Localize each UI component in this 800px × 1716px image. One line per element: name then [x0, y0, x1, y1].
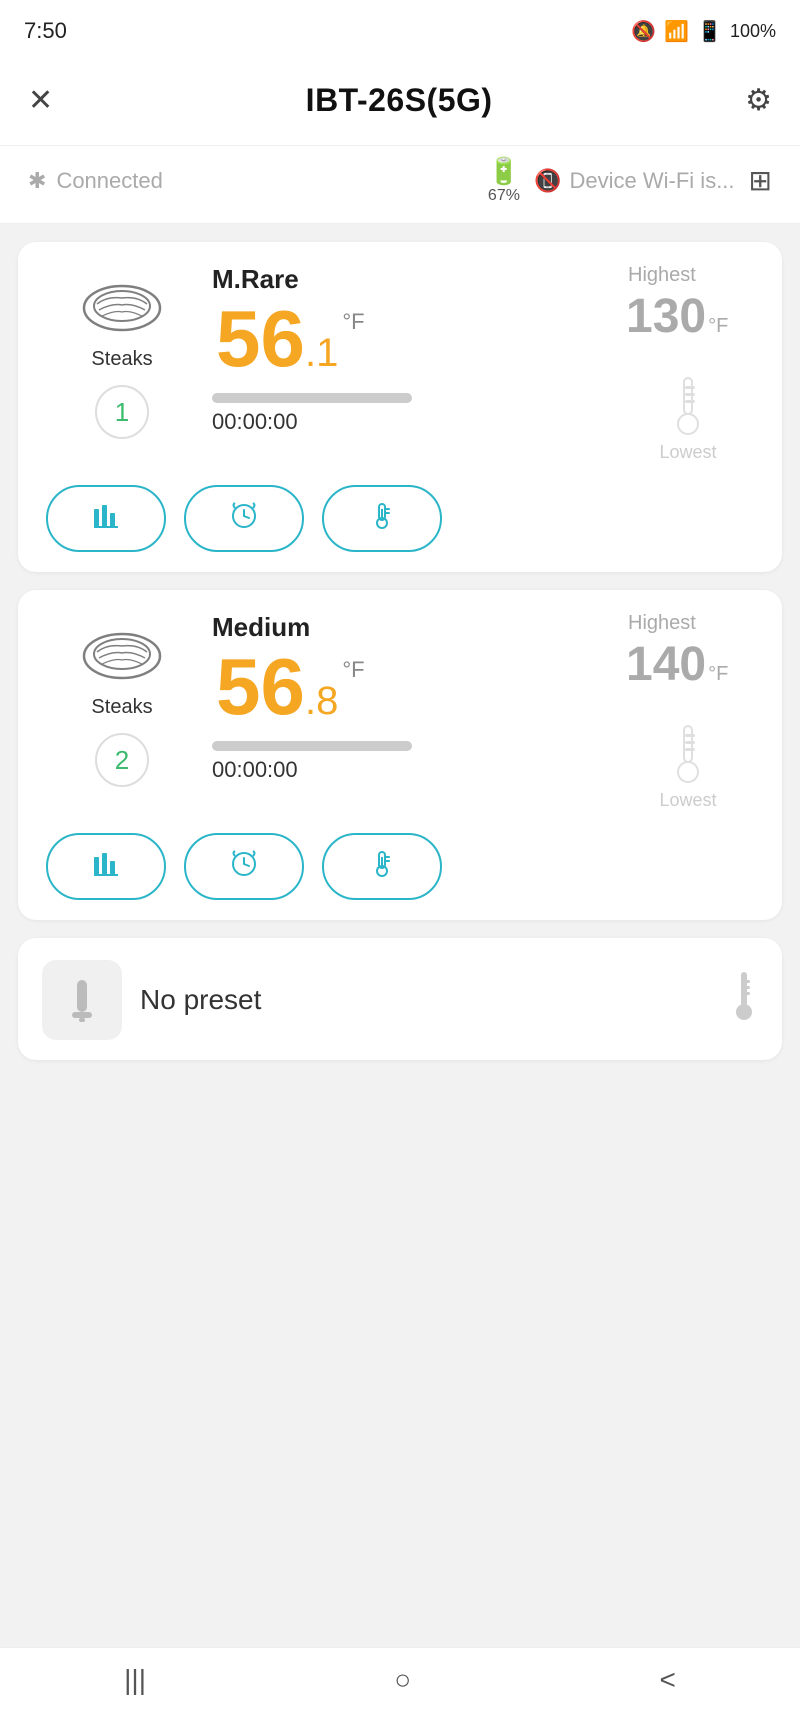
- food-label-2: Steaks: [91, 696, 152, 719]
- device-battery-pct: 67%: [488, 187, 520, 205]
- bluetooth-connected-row: ✱ Connected: [28, 168, 163, 194]
- thermometer-btn-icon-1: [368, 501, 396, 536]
- temp-unit-2: °F: [342, 657, 364, 683]
- thermometer-lowest-2: Lowest: [659, 722, 716, 811]
- forward-button[interactable]: <: [659, 1664, 675, 1696]
- connected-label: Connected: [56, 168, 162, 194]
- close-icon[interactable]: ✕: [28, 83, 53, 118]
- no-preset-temp-icon: [730, 970, 758, 1031]
- home-button[interactable]: ○: [394, 1664, 411, 1696]
- thermometer-btn-icon-2: [368, 849, 396, 884]
- highest-temp-1: 130: [626, 289, 706, 344]
- action-buttons-1: [42, 485, 758, 552]
- device-battery-icon: 🔋: [488, 156, 520, 187]
- temp-unit-1: °F: [342, 309, 364, 335]
- highest-unit-1: °F: [708, 315, 728, 338]
- settings-icon[interactable]: ⚙: [745, 83, 772, 118]
- progress-bar-2: [212, 741, 412, 751]
- alarm-btn-2[interactable]: [184, 833, 304, 900]
- temp-btn-1[interactable]: [322, 485, 442, 552]
- mute-icon: 🔕: [631, 19, 656, 44]
- device-wifi-row: 📵 Device Wi-Fi is...: [534, 168, 734, 194]
- probe-card-2: Steaks 2 Medium 56 .8 °F 00:00:00 Highes…: [18, 590, 782, 920]
- status-time: 7:50: [24, 18, 67, 44]
- temp-main-2: 56: [216, 647, 305, 727]
- grid-icon[interactable]: ⊞: [749, 164, 772, 197]
- probe-card-1: Steaks 1 M.Rare 56 .1 °F 00:00:00 Highes…: [18, 242, 782, 572]
- alarm-icon-2: [230, 849, 258, 884]
- status-icons: 🔕 📶 📱 100%: [631, 19, 776, 44]
- signal-icon: 📱: [697, 19, 722, 44]
- highest-unit-2: °F: [708, 663, 728, 686]
- top-nav: ✕ IBT-26S(5G) ⚙: [0, 56, 800, 146]
- back-button[interactable]: |||: [124, 1664, 146, 1696]
- chart-btn-1[interactable]: [46, 485, 166, 552]
- preset-name-2: Medium: [212, 612, 618, 643]
- probe-number-1: 1: [95, 385, 149, 439]
- alarm-icon-1: [230, 501, 258, 536]
- temp-btn-2[interactable]: [322, 833, 442, 900]
- page-title: IBT-26S(5G): [306, 82, 493, 119]
- no-preset-label: No preset: [140, 984, 261, 1016]
- steak-icon-2: [72, 612, 172, 692]
- lowest-label-2: Lowest: [659, 790, 716, 811]
- device-wifi-text: Device Wi-Fi is...: [570, 168, 735, 194]
- lowest-label-1: Lowest: [659, 442, 716, 463]
- bottom-nav: ||| ○ <: [0, 1647, 800, 1716]
- preset-name-1: M.Rare: [212, 264, 618, 295]
- timer-2: 00:00:00: [212, 757, 618, 783]
- alarm-btn-1[interactable]: [184, 485, 304, 552]
- temp-decimal-2: .8: [305, 679, 338, 724]
- status-bar: 7:50 🔕 📶 📱 100%: [0, 0, 800, 56]
- highest-temp-2: 140: [626, 637, 706, 692]
- action-buttons-2: [42, 833, 758, 900]
- battery-status: 100%: [730, 21, 776, 42]
- highest-label-2: Highest: [618, 612, 696, 635]
- thermometer-lowest-1: Lowest: [659, 374, 716, 463]
- no-preset-card: No preset: [18, 938, 782, 1060]
- steak-icon-1: [72, 264, 172, 344]
- timer-1: 00:00:00: [212, 409, 618, 435]
- no-preset-icon: [42, 960, 122, 1040]
- highest-label-1: Highest: [618, 264, 696, 287]
- food-label-1: Steaks: [91, 348, 152, 371]
- progress-bar-1: [212, 393, 412, 403]
- cards-container: Steaks 1 M.Rare 56 .1 °F 00:00:00 Highes…: [0, 242, 800, 920]
- chart-icon-1: [92, 501, 120, 536]
- wifi-off-icon: 📵: [534, 168, 561, 194]
- cutlery-icon: [57, 975, 107, 1025]
- chart-btn-2[interactable]: [46, 833, 166, 900]
- probe-number-2: 2: [95, 733, 149, 787]
- bluetooth-icon: ✱: [28, 168, 46, 194]
- chart-icon-2: [92, 849, 120, 884]
- wifi-icon: 📶: [664, 19, 689, 44]
- temp-decimal-1: .1: [305, 331, 338, 376]
- temp-main-1: 56: [216, 299, 305, 379]
